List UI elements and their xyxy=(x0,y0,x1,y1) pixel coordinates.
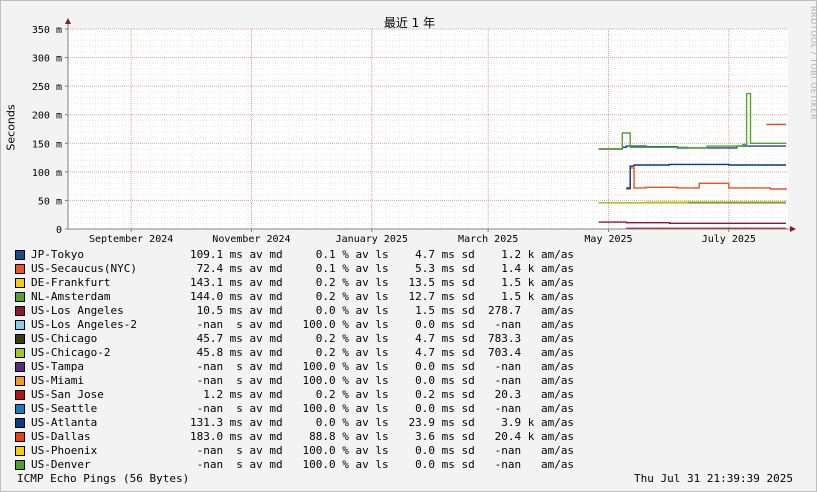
legend-label: US-San Jose xyxy=(31,388,137,401)
legend-swatch xyxy=(15,432,25,442)
legend-label: US-Los Angeles xyxy=(31,304,137,317)
legend-label: US-Miami xyxy=(31,374,137,387)
legend-label: NL-Amsterdam xyxy=(31,290,137,303)
legend-text: NL-Amsterdam 144.0 ms av md 0.2 % av ls … xyxy=(31,290,574,303)
x-tick-label: March 2025 xyxy=(458,234,518,245)
chart-panel: 最近 1 年 Seconds RRDTOOL / TOBI OETIKER 05… xyxy=(0,0,817,492)
legend-stats: -nan s av md 100.0 % av ls 0.0 ms sd -na… xyxy=(136,360,575,373)
legend-stats: 45.7 ms av md 0.2 % av ls 4.7 ms sd 783.… xyxy=(136,332,575,345)
legend-label: US-Phoenix xyxy=(31,444,137,457)
legend-text: US-Miami -nan s av md 100.0 % av ls 0.0 … xyxy=(31,374,574,387)
x-tick-label: July 2025 xyxy=(702,234,756,245)
legend-stats: -nan s av md 100.0 % av ls 0.0 ms sd -na… xyxy=(136,318,575,331)
legend-swatch xyxy=(15,250,25,260)
legend-swatch xyxy=(15,460,25,470)
y-tick-label: 0 xyxy=(56,225,62,236)
legend-text: DE-Frankfurt 143.1 ms av md 0.2 % av ls … xyxy=(31,276,574,289)
y-tick-label: 200 m xyxy=(32,111,62,122)
legend-stats: 1.2 ms av md 0.2 % av ls 0.2 ms sd 20.3 … xyxy=(136,388,575,401)
legend-label: US-Seattle xyxy=(31,402,137,415)
x-tick-label: May 2025 xyxy=(584,234,632,245)
legend-swatch xyxy=(15,334,25,344)
legend-stats: 183.0 ms av md 88.8 % av ls 3.6 ms sd 20… xyxy=(136,430,575,443)
legend-label: US-Chicago-2 xyxy=(31,346,137,359)
legend-text: US-Atlanta 131.3 ms av md 0.0 % av ls 23… xyxy=(31,416,574,429)
legend-label: DE-Frankfurt xyxy=(31,276,137,289)
legend-swatch xyxy=(15,418,25,428)
plot-area: 0 50 m 100 m 150 m 200 m 250 m 300 m 350 m Septe… xyxy=(32,18,796,245)
x-axis-arrow xyxy=(790,226,796,232)
footer-timestamp: Thu Jul 31 21:39:39 2025 xyxy=(634,472,793,485)
legend-swatch xyxy=(15,362,25,372)
legend-swatch xyxy=(15,348,25,358)
legend-text: US-Seattle -nan s av md 100.0 % av ls 0.… xyxy=(31,402,574,415)
y-tick-label: 150 m xyxy=(32,139,62,150)
y-tick-label: 50 m xyxy=(38,196,62,207)
legend-stats: -nan s av md 100.0 % av ls 0.0 ms sd -na… xyxy=(136,444,575,457)
legend-stats: 144.0 ms av md 0.2 % av ls 12.7 ms sd 1.… xyxy=(136,290,575,303)
x-tick-label: November 2024 xyxy=(212,234,290,245)
legend-swatch xyxy=(15,306,25,316)
y-tick-label: 300 m xyxy=(32,54,62,65)
legend-label: JP-Tokyo xyxy=(31,248,137,261)
y-tick-label: 100 m xyxy=(32,168,62,179)
legend-swatch xyxy=(15,390,25,400)
legend-label: US-Dallas xyxy=(31,430,137,443)
legend-stats: -nan s av md 100.0 % av ls 0.0 ms sd -na… xyxy=(136,402,575,415)
x-tick-label: September 2024 xyxy=(89,234,173,245)
legend-stats: 72.4 ms av md 0.1 % av ls 5.3 ms sd 1.4 … xyxy=(136,262,575,275)
legend-text: US-Phoenix -nan s av md 100.0 % av ls 0.… xyxy=(31,444,574,457)
legend-text: US-San Jose 1.2 ms av md 0.2 % av ls 0.2… xyxy=(31,388,574,401)
legend-label: US-Tampa xyxy=(31,360,137,373)
legend-stats: -nan s av md 100.0 % av ls 0.0 ms sd -na… xyxy=(136,458,575,471)
y-tick-label: 350 m xyxy=(32,25,62,36)
legend-swatch xyxy=(15,404,25,414)
legend-label: US-Atlanta xyxy=(31,416,137,429)
legend-swatch xyxy=(15,278,25,288)
legend-label: US-Denver xyxy=(31,458,137,471)
legend-text: US-Chicago-2 45.8 ms av md 0.2 % av ls 4… xyxy=(31,346,574,359)
legend-swatch xyxy=(15,264,25,274)
footer-description: ICMP Echo Pings (56 Bytes) xyxy=(17,472,190,485)
legend-text: US-Los Angeles 10.5 ms av md 0.0 % av ls… xyxy=(31,304,574,317)
x-tick-label: January 2025 xyxy=(336,234,408,245)
legend-label: US-Los Angeles-2 xyxy=(31,318,137,331)
legend-stats: 143.1 ms av md 0.2 % av ls 13.5 ms sd 1.… xyxy=(136,276,575,289)
y-tick-label: 250 m xyxy=(32,82,62,93)
legend-text: JP-Tokyo 109.1 ms av md 0.1 % av ls 4.7 … xyxy=(31,248,574,261)
legend-text: US-Tampa -nan s av md 100.0 % av ls 0.0 … xyxy=(31,360,574,373)
legend-text: US-Los Angeles-2 -nan s av md 100.0 % av… xyxy=(31,318,574,331)
legend-stats: -nan s av md 100.0 % av ls 0.0 ms sd -na… xyxy=(136,374,575,387)
legend-stats: 131.3 ms av md 0.0 % av ls 23.9 ms sd 3.… xyxy=(136,416,575,429)
legend-swatch xyxy=(15,292,25,302)
legend-text: US-Denver -nan s av md 100.0 % av ls 0.0… xyxy=(31,458,574,471)
y-axis-arrow xyxy=(65,18,71,24)
legend-label: US-Secaucus(NYC) xyxy=(31,262,137,275)
legend-text: US-Dallas 183.0 ms av md 88.8 % av ls 3.… xyxy=(31,430,574,443)
legend-label: US-Chicago xyxy=(31,332,137,345)
legend-stats: 45.8 ms av md 0.2 % av ls 4.7 ms sd 703.… xyxy=(136,346,575,359)
legend-swatch xyxy=(15,446,25,456)
legend-swatch xyxy=(15,320,25,330)
legend-text: US-Chicago 45.7 ms av md 0.2 % av ls 4.7… xyxy=(31,332,574,345)
series-line xyxy=(598,201,786,204)
legend-text: US-Secaucus(NYC) 72.4 ms av md 0.1 % av … xyxy=(31,262,574,275)
plot-background xyxy=(68,29,788,229)
legend-stats: 10.5 ms av md 0.0 % av ls 1.5 ms sd 278.… xyxy=(136,304,575,317)
legend-swatch xyxy=(15,376,25,386)
legend-stats: 109.1 ms av md 0.1 % av ls 4.7 ms sd 1.2… xyxy=(136,248,575,261)
